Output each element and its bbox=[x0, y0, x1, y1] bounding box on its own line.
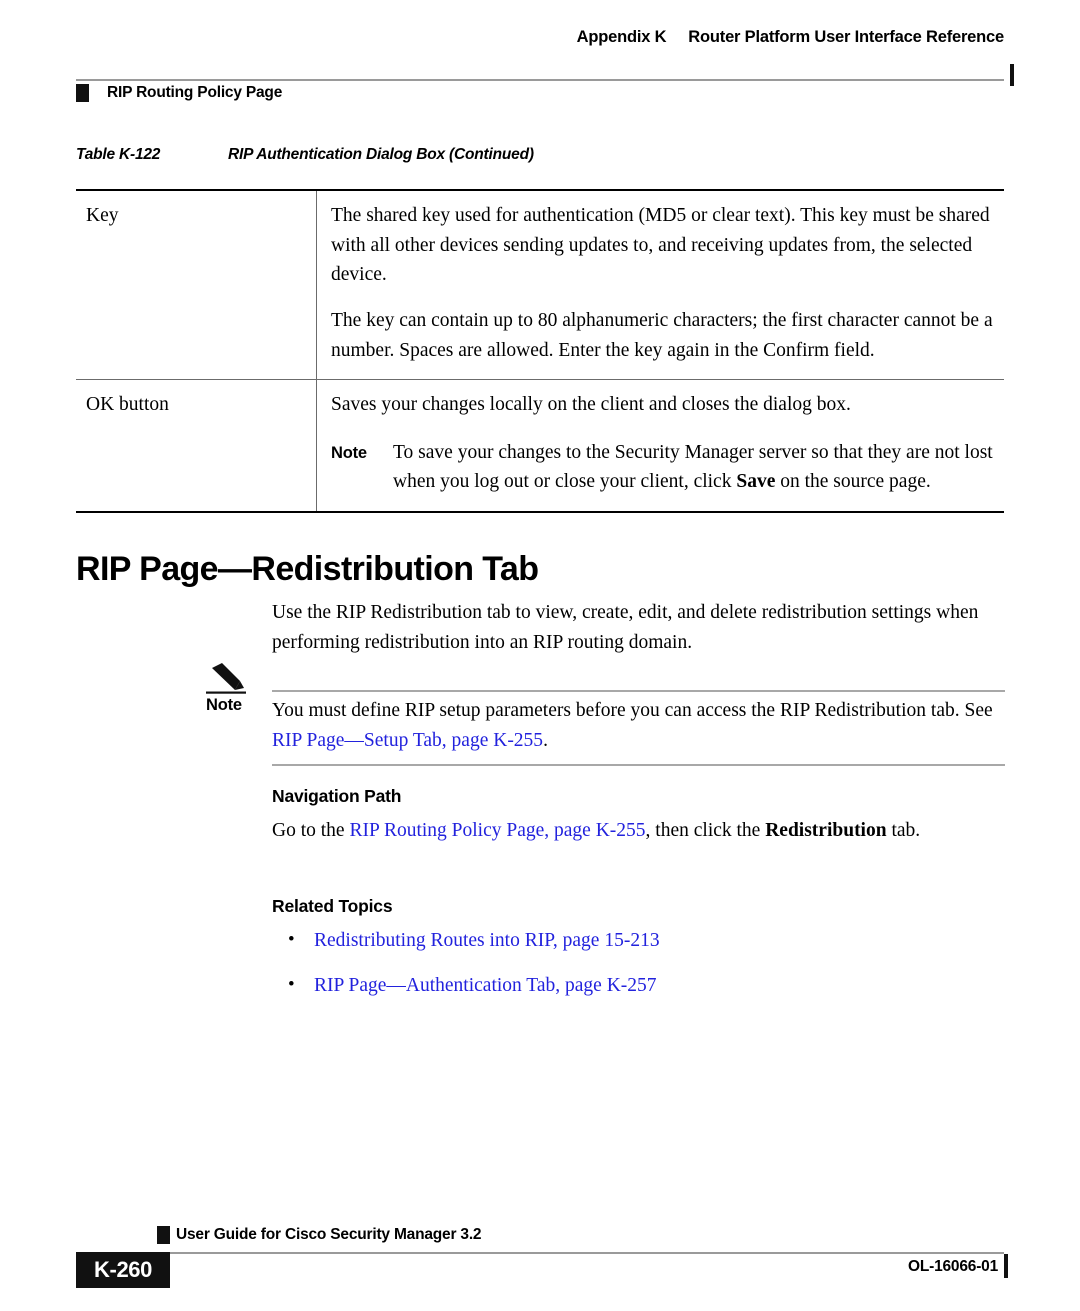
navigation-path-link[interactable]: RIP Routing Policy Page, page K-255 bbox=[349, 820, 645, 841]
note-text-before-link: You must define RIP setup parameters bef… bbox=[272, 700, 993, 721]
note-divider-top bbox=[272, 690, 1005, 692]
table-caption-title: RIP Authentication Dialog Box (Continued… bbox=[228, 146, 534, 163]
related-topics-heading: Related Topics bbox=[272, 896, 393, 916]
navigation-path-block: Navigation Path Go to the RIP Routing Po… bbox=[272, 786, 1005, 846]
footer-document-id: OL-16066-01 bbox=[908, 1258, 998, 1275]
navigation-path-tab-name: Redistribution bbox=[765, 820, 887, 841]
nav-text-before-link: Go to the bbox=[272, 820, 350, 841]
page-number-badge: K-260 bbox=[76, 1252, 170, 1288]
table-row: Key The shared key used for authenticati… bbox=[76, 190, 1004, 380]
page-title: RIP Page—Redistribution Tab bbox=[76, 549, 539, 588]
header-appendix-label: Appendix K bbox=[576, 28, 667, 46]
related-topics-list: • Redistributing Routes into RIP, page 1… bbox=[272, 926, 1005, 1001]
header-section-label: RIP Routing Policy Page bbox=[107, 84, 283, 101]
note-body: You must define RIP setup parameters bef… bbox=[272, 696, 1005, 757]
section-marker-icon bbox=[76, 84, 89, 102]
page-footer: User Guide for Cisco Security Manager 3.… bbox=[0, 1226, 1080, 1296]
navigation-path-heading: Navigation Path bbox=[272, 786, 402, 806]
footer-guide-title: User Guide for Cisco Security Manager 3.… bbox=[176, 1226, 482, 1243]
navigation-path-text: Go to the RIP Routing Policy Page, page … bbox=[272, 816, 1005, 846]
table-caption: Table K-122 RIP Authentication Dialog Bo… bbox=[76, 146, 534, 164]
header-section-row: RIP Routing Policy Page bbox=[76, 84, 282, 102]
bullet-icon: • bbox=[288, 929, 295, 950]
table-desc-paragraph: Saves your changes locally on the client… bbox=[331, 394, 851, 416]
table-cell-term: Key bbox=[76, 190, 317, 380]
inline-note-emphasis: Save bbox=[736, 471, 776, 493]
footer-marker-icon bbox=[157, 1226, 170, 1244]
footer-edge-marker bbox=[1004, 1254, 1008, 1278]
header-title: Router Platform User Interface Reference bbox=[688, 28, 1004, 46]
table-cell-term: OK button bbox=[76, 379, 317, 512]
table-caption-number: Table K-122 bbox=[76, 146, 161, 163]
table-desc-paragraph: The key can contain up to 80 alphanumeri… bbox=[331, 309, 993, 361]
inline-note-label: Note bbox=[331, 443, 367, 462]
list-item: • Redistributing Routes into RIP, page 1… bbox=[272, 926, 1005, 955]
table-cell-description: The shared key used for authentication (… bbox=[317, 190, 1005, 380]
related-topic-link[interactable]: RIP Page—Authentication Tab, page K-257 bbox=[314, 975, 657, 996]
header-top-row: Appendix K Router Platform User Interfac… bbox=[76, 28, 1005, 56]
list-item: • RIP Page—Authentication Tab, page K-25… bbox=[272, 971, 1005, 1000]
related-topics-block: Related Topics • Redistributing Routes i… bbox=[272, 896, 1005, 1017]
inline-note: Note To save your changes to the Securit… bbox=[331, 438, 996, 497]
rip-authentication-table: Key The shared key used for authenticati… bbox=[76, 189, 1004, 513]
nav-text-middle: , then click the bbox=[645, 820, 766, 841]
header-edge-marker bbox=[1010, 64, 1014, 86]
table-cell-description: Saves your changes locally on the client… bbox=[317, 380, 1005, 512]
related-topic-link[interactable]: Redistributing Routes into RIP, page 15-… bbox=[314, 930, 660, 951]
intro-paragraph: Use the RIP Redistribution tab to view, … bbox=[272, 602, 979, 654]
nav-text-after: tab. bbox=[886, 820, 921, 841]
note-text-after-link: . bbox=[543, 730, 548, 752]
header-divider bbox=[76, 79, 1004, 81]
note-divider-bottom bbox=[272, 764, 1005, 766]
bullet-icon: • bbox=[288, 974, 295, 996]
footer-divider bbox=[157, 1252, 1004, 1254]
page-running-header: Appendix K Router Platform User Interfac… bbox=[76, 28, 1014, 102]
inline-note-body: To save your changes to the Security Man… bbox=[393, 438, 996, 497]
note-cross-reference-link[interactable]: RIP Page—Setup Tab, page K-255 bbox=[272, 730, 543, 751]
pencil-icon bbox=[206, 662, 250, 694]
table-row: OK button Saves your changes locally on … bbox=[76, 379, 1005, 512]
table-desc-paragraph: The shared key used for authentication (… bbox=[331, 205, 990, 286]
inline-note-text-after: on the source page. bbox=[775, 471, 931, 493]
intro-block: Use the RIP Redistribution tab to view, … bbox=[272, 598, 1005, 659]
note-label: Note bbox=[206, 696, 242, 714]
